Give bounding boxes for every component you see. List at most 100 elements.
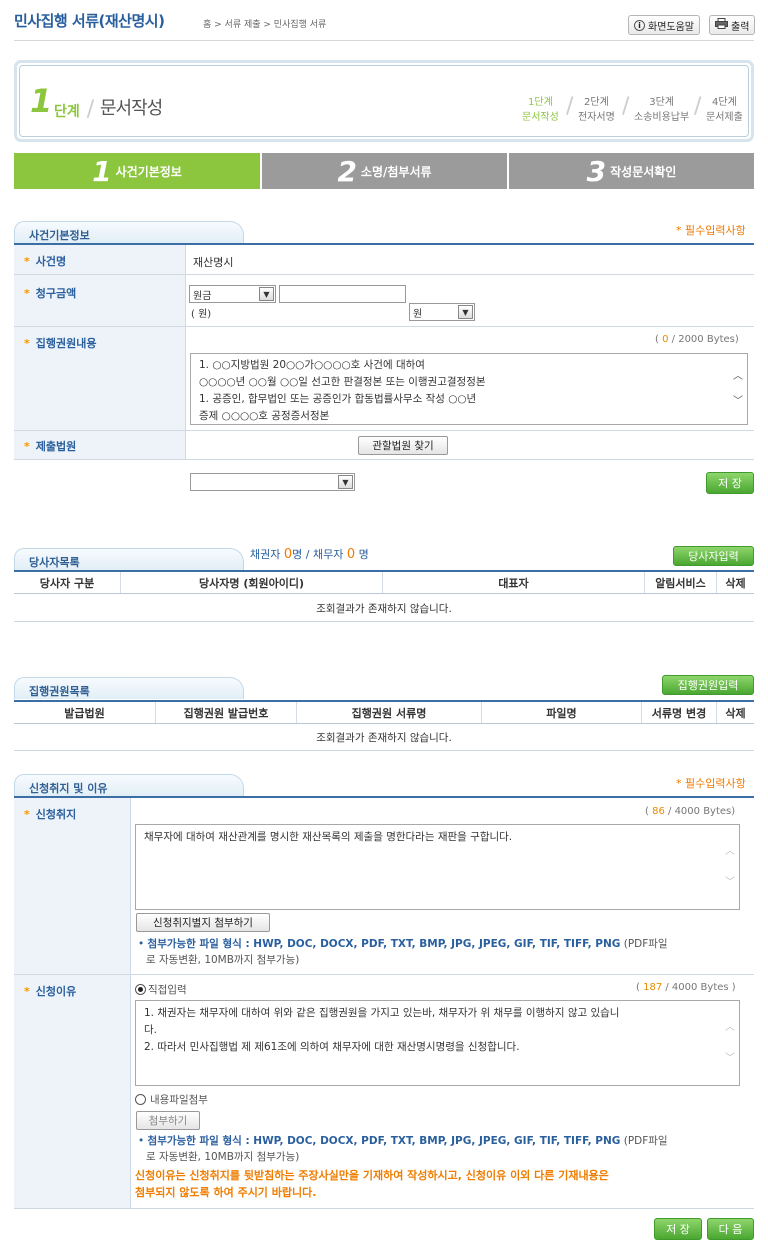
scrollbar[interactable]: ︿ ﹀ [721,825,739,909]
aim-label-text: 신청취지 [35,808,77,821]
step-indicator-2: 2단계전자서명 [578,95,615,125]
byte-count-used: 0 [662,334,669,345]
step-name-label: 소송비용납부 [634,112,690,123]
creditor-label: 채권자 [250,548,281,561]
tab-attachments[interactable]: 2 소명/첨부서류 [262,153,507,189]
scroll-down-icon[interactable]: ﹀ [725,1050,735,1067]
step-name-label: 전자서명 [578,112,615,123]
scroll-down-icon[interactable]: ﹀ [725,874,735,891]
attach-button[interactable]: 첨부하기 [136,1111,200,1130]
step-indicator-4: 4단계 문서제출 [706,95,743,125]
chevron-down-icon: ▼ [458,305,473,319]
reason-label: * 신청이유 [14,975,131,1208]
warning-line: 신청이유는 신청취지를 뒷받침하는 주장사실만을 기재하여 작성하시고, 신청이… [135,1169,609,1182]
claim-type-select[interactable]: 원금 ▼ [189,285,276,303]
tab-label: 소명/첨부서류 [360,164,432,179]
debtor-label: 명 / 채무자 [292,548,344,561]
textarea-line: 다. [144,1024,157,1036]
print-button[interactable]: 출력 [709,15,756,35]
exec-title-label: * 집행권원내용 [14,327,186,430]
bullet-icon: • [138,1135,145,1147]
print-button-label: 출력 [731,21,750,33]
claim-label: * 청구금액 [14,275,186,326]
reason-file-note: • 첨부가능한 파일 형식 : HWP, DOC, DOCX, PDF, TXT… [138,1133,748,1165]
current-step-unit: 단계 / [54,97,94,122]
find-court-button[interactable]: 관할법원 찾기 [358,436,448,455]
aim-attach-button[interactable]: 신청취지별지 첨부하기 [136,913,270,932]
col-party-type: 당사자 구분 [14,572,121,593]
add-title-button[interactable]: 집행권원입력 [662,675,754,695]
col-issuing-court: 발급법원 [14,702,156,723]
textarea-line: 1. ○○지방법원 20○○가○○○○호 사건에 대하여 [199,359,425,371]
warning-line: 첨부되지 않도록 하여 주시기 바랍니다. [135,1186,317,1199]
byte-count-max: / 4000 Bytes ) [665,982,736,993]
step-name-label: 문서작성 [522,112,559,123]
step-name-label: 문서제출 [706,112,743,123]
file-format-list: 첨부가능한 파일 형식 : HWP, DOC, DOCX, PDF, TXT, … [147,1135,621,1147]
add-party-button[interactable]: 당사자입력 [673,546,754,566]
court-label: * 제출법원 [14,431,186,459]
file-attach-label: 내용파일첨부 [150,1094,208,1106]
col-party-name: 당사자명 (회원아이디) [121,572,383,593]
textarea-line: 1. 채권자는 채무자에 대하여 위와 같은 집행권원을 가지고 있는바, 채무… [144,1007,620,1019]
header-divider [14,40,754,41]
step-num-label: 2단계 [584,97,609,108]
save-basic-button[interactable]: 저 장 [706,472,754,494]
claim-type-value: 원금 [193,290,212,302]
scroll-down-icon[interactable]: ﹀ [733,393,743,410]
scroll-up-icon[interactable]: ︿ [733,368,743,385]
claim-unit-select[interactable]: 원 ▼ [409,303,475,321]
byte-count-max: / 2000 Bytes) [671,334,739,345]
tab-number: 2 [337,154,357,188]
scroll-up-icon[interactable]: ︿ [725,1019,735,1036]
section-header-purpose: 신청취지 및 이유 [14,774,244,796]
section-header-basic: 사건기본정보 [14,221,244,243]
col-rename: 서류명 변경 [642,702,717,723]
aim-label: * 신청취지 [14,798,131,974]
aim-byte-counter: ( 86 / 4000 Bytes) [645,806,736,817]
textarea-line: ○○○○년 ○○월 ○○일 선고한 판결정본 또는 이행권고결정정본 [199,376,486,388]
tab-document-confirm[interactable]: 3 작성문서확인 [509,153,754,189]
radio-checked[interactable] [135,984,146,995]
next-button[interactable]: 다 음 [707,1218,754,1240]
col-delete: 삭제 [725,706,746,720]
file-attach-option[interactable]: 내용파일첨부 [135,1092,208,1107]
tab-basic-info[interactable]: 1 사건기본정보 [14,153,260,189]
titles-empty-row: 조회결과가 존재하지 않습니다. [14,725,754,751]
radio-unchecked[interactable] [135,1094,146,1105]
step-indicator-1: 1단계 문서작성 [522,95,559,125]
byte-count-max: / 4000 Bytes) [668,806,736,817]
file-note-line2: 로 자동변환, 10MB까지 첨부가능) [146,1151,300,1163]
scroll-up-icon[interactable]: ︿ [725,843,735,860]
save-button[interactable]: 저 장 [654,1218,702,1240]
party-count: 채권자 0명 / 채무자 0 명 [250,546,369,562]
direct-input-label: 직접입력 [148,984,187,996]
textarea-line: 증제 ○○○○호 공정증서정본 [199,410,330,422]
byte-count-used: 86 [652,806,665,817]
chevron-down-icon: ▼ [338,475,353,489]
slash-divider: / [622,94,630,119]
col-representative: 대표자 [383,572,645,593]
bullet-icon: • [138,938,145,950]
required-note: * 필수입력사항 [676,777,746,790]
file-note-tail: (PDF파일 [623,1135,668,1147]
scrollbar[interactable]: ︿ ﹀ [721,1001,739,1085]
file-note-tail: (PDF파일 [623,938,668,950]
reason-label-text: 신청이유 [35,985,77,998]
aim-textarea[interactable]: 채무자에 대하여 재산관계를 명시한 재산목록의 제출을 명한다라는 재판을 구… [135,824,740,910]
current-step-number: 1 [30,82,53,120]
chevron-down-icon: ▼ [259,287,274,301]
help-button[interactable]: i 화면도움말 [628,15,700,35]
scrollbar[interactable]: ︿ ﹀ [729,354,747,424]
direct-input-option[interactable]: 직접입력 [135,982,187,997]
court-select[interactable]: ▼ [190,473,355,491]
reason-warning: 신청이유는 신청취지를 뒷받침하는 주장사실만을 기재하여 작성하시고, 신청이… [135,1167,750,1201]
claim-amount-input[interactable] [279,285,406,303]
info-icon: i [634,19,645,31]
exec-title-textarea[interactable]: 1. ○○지방법원 20○○가○○○○호 사건에 대하여 ○○○○년 ○○월 ○… [190,353,748,425]
current-step-title: 문서작성 [100,98,163,119]
slash-divider: / [694,94,702,119]
debtor-count: 0 [346,547,356,562]
reason-textarea[interactable]: 1. 채권자는 채무자에 대하여 위와 같은 집행권원을 가지고 있는바, 채무… [135,1000,740,1086]
reason-byte-counter: ( 187 / 4000 Bytes ) [636,982,736,993]
